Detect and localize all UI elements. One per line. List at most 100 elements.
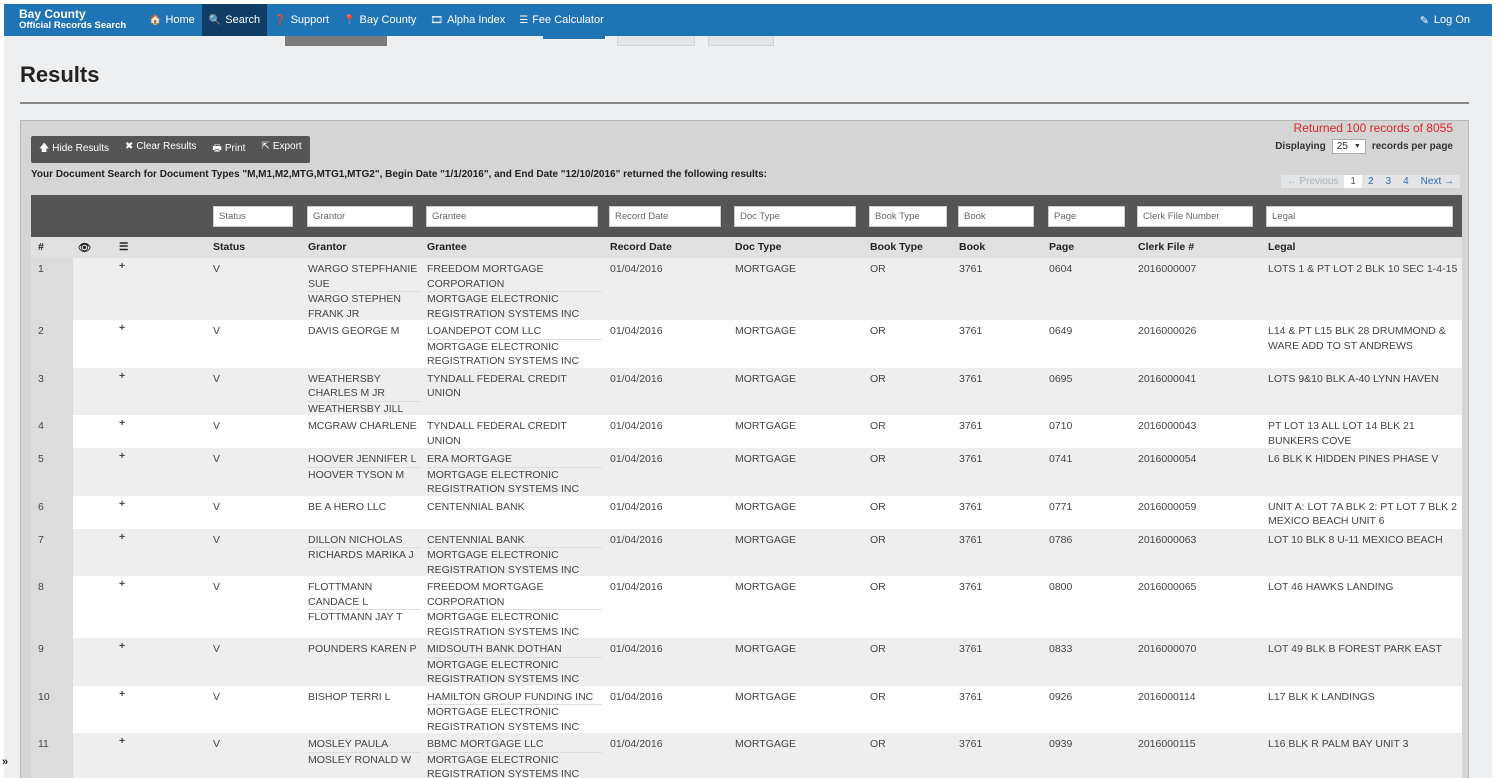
- doc-type-cell: MORTGAGE: [735, 581, 797, 593]
- filter-input-doc-type[interactable]: Doc Type: [734, 206, 856, 227]
- title-divider: [20, 102, 1469, 104]
- grantee-name[interactable]: FREEDOM MORTGAGE CORPORATION: [427, 580, 602, 610]
- grantor-name[interactable]: FLOTTMANN JAY T: [308, 610, 420, 625]
- grantor-name[interactable]: WARGO STEPHEN FRANK JR: [308, 292, 420, 321]
- nav-fee-calculator[interactable]: ☰ Fee Calculator: [512, 4, 611, 36]
- legal-cell: LOT 46 HAWKS LANDING: [1268, 581, 1394, 593]
- expand-icon[interactable]: +: [119, 449, 125, 464]
- page-link-2[interactable]: 2: [1362, 175, 1380, 188]
- grantor-name[interactable]: HOOVER JENNIFER L: [308, 452, 420, 468]
- grantee-name[interactable]: MORTGAGE ELECTRONIC REGISTRATION SYSTEMS…: [427, 468, 602, 497]
- grantee-name[interactable]: HAMILTON GROUP FUNDING INC: [427, 690, 602, 705]
- grantee-name[interactable]: MORTGAGE ELECTRONIC REGISTRATION SYSTEMS…: [427, 705, 602, 734]
- filter-input-status[interactable]: Status: [213, 206, 293, 227]
- grantor-name[interactable]: DAVIS GEORGE M: [308, 324, 420, 339]
- grantor-name[interactable]: MOSLEY PAULA: [308, 737, 420, 753]
- per-page-select[interactable]: 25 ▼: [1331, 139, 1366, 154]
- expand-icon[interactable]: +: [119, 577, 125, 592]
- log-on-link[interactable]: ✎ Log On: [1420, 4, 1492, 36]
- grantor-name[interactable]: MOSLEY RONALD W: [308, 753, 420, 768]
- expand-icon[interactable]: +: [119, 530, 125, 545]
- fee-calculator-icon: ☰: [519, 14, 529, 26]
- grantee-name[interactable]: FREEDOM MORTGAGE CORPORATION: [427, 262, 602, 292]
- table-row[interactable]: 2 + V DAVIS GEORGE M LOANDEPOT COM LLC MORTGA…: [31, 320, 1462, 368]
- grantor-name[interactable]: FLOTTMANN CANDACE L: [308, 580, 420, 610]
- expand-icon[interactable]: +: [119, 497, 125, 512]
- nav-bay-county[interactable]: 📍 Bay County: [336, 4, 423, 36]
- legal-cell: L6 BLK K HIDDEN PINES PHASE V: [1268, 453, 1439, 465]
- grantee-name[interactable]: BBMC MORTGAGE LLC: [427, 737, 602, 753]
- nav-support[interactable]: ❓ Support: [267, 4, 336, 36]
- page-link-1[interactable]: 1: [1344, 175, 1362, 188]
- table-row[interactable]: 8 + V FLOTTMANN CANDACE L FLOTTMANN JAY T FRE…: [31, 576, 1462, 638]
- table-row[interactable]: 10 + V BISHOP TERRI L HAMILTON GROUP FUNDING…: [31, 685, 1462, 734]
- nav-alpha-index[interactable]: 🎞 Alpha Index: [423, 4, 512, 36]
- filter-input-book[interactable]: Book: [958, 206, 1034, 227]
- clerk-file-cell: 2016000007: [1138, 263, 1197, 275]
- filter-input-record-date[interactable]: Record Date: [609, 206, 721, 227]
- sidebar-expander[interactable]: »: [2, 756, 8, 768]
- record-date-cell: 01/04/2016: [610, 263, 663, 275]
- grantor-name[interactable]: DILLON NICHOLAS: [308, 533, 420, 548]
- filter-input-legal[interactable]: Legal: [1266, 206, 1453, 227]
- grantee-name[interactable]: LOANDEPOT COM LLC: [427, 324, 602, 340]
- grantee-name[interactable]: MORTGAGE ELECTRONIC REGISTRATION SYSTEMS…: [427, 292, 602, 321]
- grantor-name[interactable]: HOOVER TYSON M: [308, 468, 420, 483]
- nav-search[interactable]: 🔍 Search: [201, 4, 268, 36]
- nav-label: Bay County: [359, 14, 417, 26]
- book-cell: 3761: [959, 581, 983, 593]
- grantor-name[interactable]: RICHARDS MARIKA J: [308, 548, 420, 563]
- nav-home[interactable]: 🏠 Home: [142, 4, 202, 36]
- table-row[interactable]: 7 + V DILLON NICHOLAS RICHARDS MARIKA J CENTE…: [31, 528, 1462, 577]
- grantee-cell: MIDSOUTH BANK DOTHAN MORTGAGE ELECTRONIC …: [427, 642, 602, 687]
- filter-input-grantor[interactable]: Grantor: [307, 206, 413, 227]
- grantee-name[interactable]: TYNDALL FEDERAL CREDIT UNION: [427, 372, 602, 401]
- grantor-name[interactable]: BISHOP TERRI L: [308, 690, 420, 705]
- grantee-name[interactable]: MORTGAGE ELECTRONIC REGISTRATION SYSTEMS…: [427, 548, 602, 577]
- table-row[interactable]: 6 + V BE A HERO LLC CENTENNIAL BANK 01/04/201…: [31, 495, 1462, 529]
- table-row[interactable]: 9 + V POUNDERS KAREN P MIDSOUTH BANK DOTHAN M…: [31, 638, 1462, 686]
- next-page-link[interactable]: Next →: [1415, 175, 1460, 188]
- grantee-name[interactable]: MORTGAGE ELECTRONIC REGISTRATION SYSTEMS…: [427, 340, 602, 369]
- grantee-name[interactable]: MORTGAGE ELECTRONIC REGISTRATION SYSTEMS…: [427, 658, 602, 687]
- expand-icon[interactable]: +: [119, 259, 125, 274]
- previous-page-link[interactable]: ← Previous: [1281, 175, 1345, 188]
- print-button[interactable]: 🖶 Print: [204, 136, 253, 163]
- expand-icon[interactable]: +: [119, 639, 125, 654]
- table-row[interactable]: 11 + V MOSLEY PAULA MOSLEY RONALD W BBMC MORT…: [31, 733, 1462, 778]
- filter-input-book-type[interactable]: Book Type: [869, 206, 947, 227]
- expand-icon[interactable]: +: [119, 734, 125, 749]
- grantor-name[interactable]: POUNDERS KAREN P: [308, 642, 420, 657]
- table-row[interactable]: 4 + V MCGRAW CHARLENE TYNDALL FEDERAL CREDIT…: [31, 415, 1462, 448]
- grantee-name[interactable]: MIDSOUTH BANK DOTHAN: [427, 642, 602, 658]
- expand-icon[interactable]: +: [119, 321, 125, 336]
- expand-icon[interactable]: +: [119, 687, 125, 702]
- grantor-name[interactable]: MCGRAW CHARLENE: [308, 419, 420, 434]
- brand[interactable]: Bay County Official Records Search: [4, 4, 142, 36]
- table-row[interactable]: 3 + V WEATHERSBY CHARLES M JR WEATHERSBY JIL…: [31, 367, 1462, 417]
- page-link-3[interactable]: 3: [1380, 175, 1398, 188]
- expand-icon[interactable]: +: [119, 369, 125, 384]
- expand-icon[interactable]: +: [119, 416, 125, 431]
- grantee-name[interactable]: CENTENNIAL BANK: [427, 500, 602, 515]
- clear-results-button[interactable]: ✖ Clear Results: [117, 136, 204, 163]
- grantor-name[interactable]: WEATHERSBY CHARLES M JR: [308, 372, 420, 402]
- export-button[interactable]: ⇱ Export: [253, 136, 309, 163]
- filter-input-page[interactable]: Page: [1048, 206, 1125, 227]
- grantee-name[interactable]: CENTENNIAL BANK: [427, 533, 602, 548]
- page-link-4[interactable]: 4: [1397, 175, 1415, 188]
- grantee-name[interactable]: ERA MORTGAGE: [427, 452, 602, 468]
- hide-results-button[interactable]: 🡅 Hide Results: [31, 136, 117, 163]
- grantee-name[interactable]: TYNDALL FEDERAL CREDIT UNION: [427, 419, 602, 448]
- filter-input-clerk-file-number[interactable]: Clerk File Number: [1137, 206, 1253, 227]
- page-cell: 0695: [1049, 372, 1073, 385]
- filter-input-grantee[interactable]: Grantee: [426, 206, 598, 227]
- grantor-name[interactable]: WARGO STEPFHANIE SUE: [308, 262, 420, 292]
- table-row[interactable]: 5 + V HOOVER JENNIFER L HOOVER TYSON M ERA MO…: [31, 448, 1462, 496]
- grantor-name[interactable]: WEATHERSBY JILL: [308, 402, 420, 417]
- grantor-name[interactable]: BE A HERO LLC: [308, 500, 420, 515]
- list-icon: ☰: [119, 241, 129, 253]
- grantee-name[interactable]: MORTGAGE ELECTRONIC REGISTRATION SYSTEMS…: [427, 610, 602, 639]
- grantee-name[interactable]: MORTGAGE ELECTRONIC REGISTRATION SYSTEMS…: [427, 753, 602, 778]
- table-row[interactable]: 1 + V WARGO STEPFHANIE SUE WARGO STEPHEN FRA…: [31, 258, 1462, 320]
